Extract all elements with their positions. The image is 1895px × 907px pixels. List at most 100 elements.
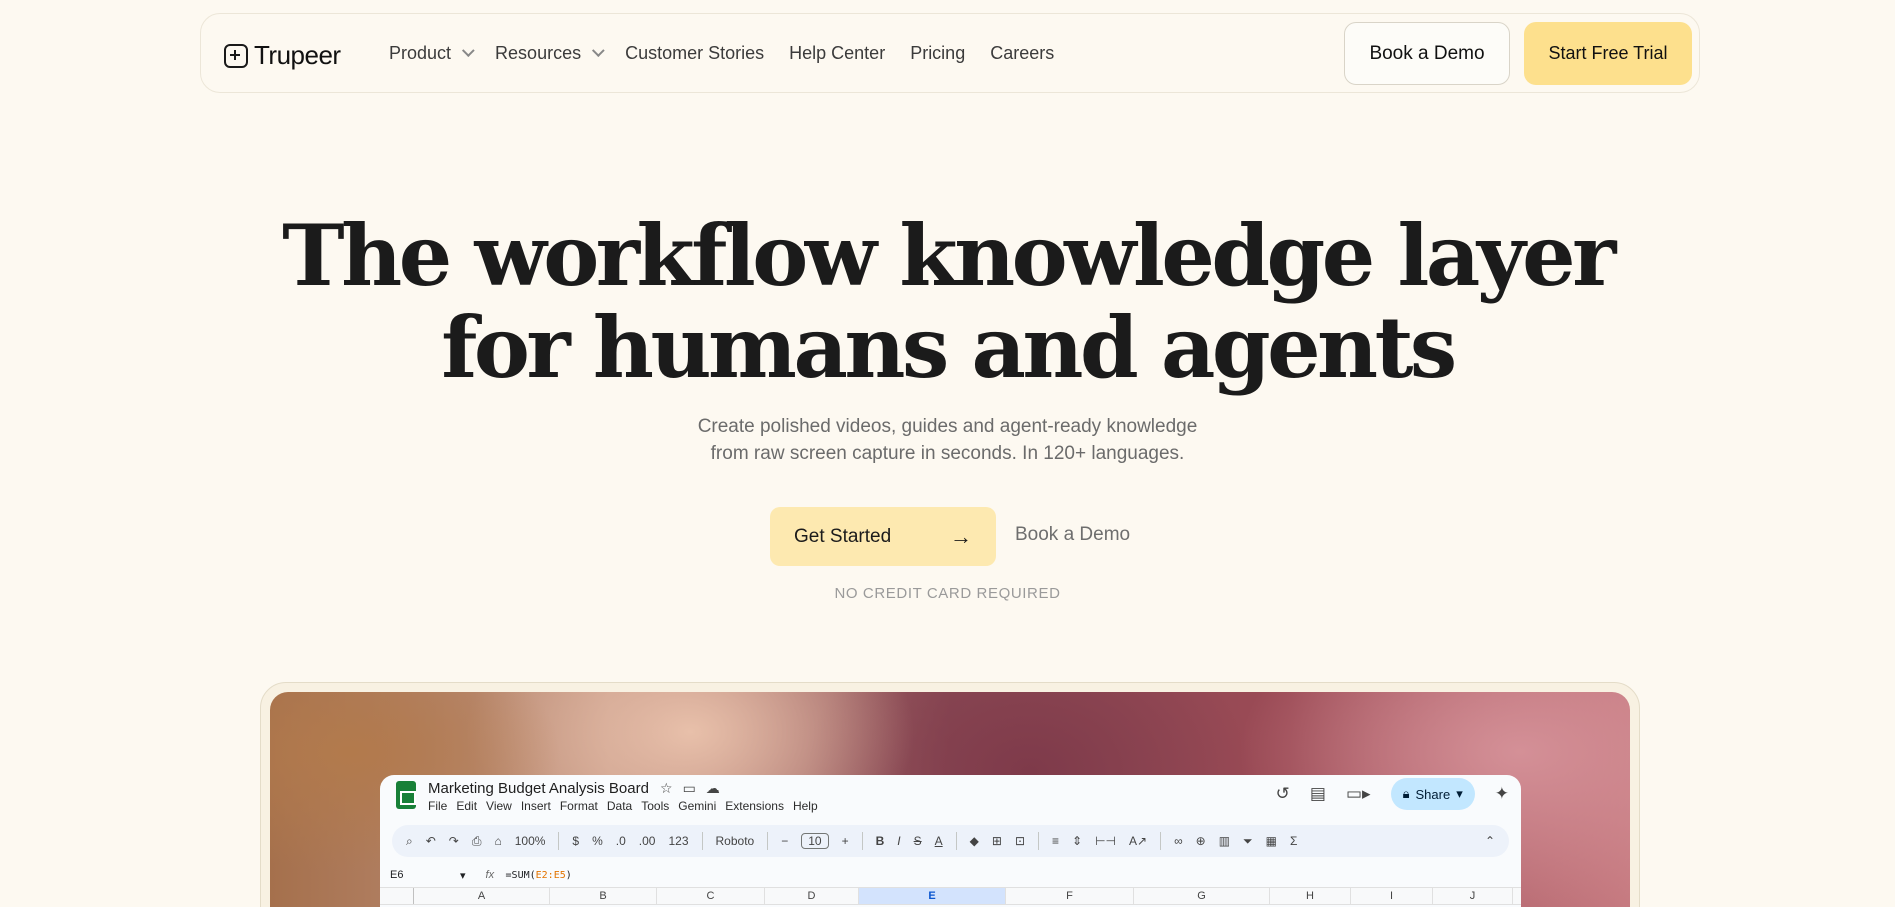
align-icon[interactable]: ≡ (1052, 834, 1059, 848)
nav-item-careers[interactable]: Careers (990, 43, 1054, 64)
hero-book-demo-link[interactable]: Book a Demo (1015, 524, 1130, 546)
vertical-align-icon[interactable]: ⇕ (1072, 834, 1082, 848)
fill-color-icon[interactable]: ◆ (970, 834, 979, 848)
currency-button[interactable]: $ (572, 834, 579, 848)
increase-decimal-button[interactable]: .00 (639, 834, 656, 848)
star-icon[interactable]: ☆ (660, 780, 673, 797)
decrease-decimal-button[interactable]: .0 (616, 834, 626, 848)
chevron-up-icon[interactable]: ⌃ (1485, 834, 1495, 848)
menu-gemini[interactable]: Gemini (678, 799, 716, 813)
number-format-button[interactable]: 123 (668, 834, 688, 848)
link-icon[interactable]: ∞ (1174, 834, 1183, 848)
title-icons: ☆ ▭ ☁ (660, 780, 720, 797)
menu-help[interactable]: Help (793, 799, 818, 813)
menu-view[interactable]: View (486, 799, 512, 813)
folder-icon[interactable]: ▭ (683, 780, 696, 797)
column-header-j[interactable]: J (1433, 888, 1513, 904)
formula-suffix: ) (565, 869, 572, 881)
paint-format-icon[interactable]: ⌂ (494, 834, 501, 848)
nav-item-pricing[interactable]: Pricing (910, 43, 965, 64)
menu-tools[interactable]: Tools (641, 799, 669, 813)
menu-edit[interactable]: Edit (456, 799, 477, 813)
sheet-right-tools: ↺ ▤ ▭▸ 🔒︎ Share ▾ ✦ (1276, 778, 1509, 810)
column-header-i[interactable]: I (1351, 888, 1433, 904)
column-header-d[interactable]: D (765, 888, 859, 904)
nav-item-resources[interactable]: Resources (495, 43, 605, 64)
font-size-input[interactable]: 10 (801, 833, 829, 849)
history-icon[interactable]: ↺ (1276, 784, 1290, 804)
filter-icon[interactable]: ⏷ (1243, 834, 1253, 849)
menu-format[interactable]: Format (560, 799, 598, 813)
nav-item-product[interactable]: Product (389, 43, 475, 64)
menu-insert[interactable]: Insert (521, 799, 551, 813)
nav-item-help-center[interactable]: Help Center (789, 43, 885, 64)
column-header-e[interactable]: E (859, 888, 1006, 904)
menu-extensions[interactable]: Extensions (725, 799, 784, 813)
italic-icon[interactable]: I (897, 834, 900, 848)
start-free-trial-button[interactable]: Start Free Trial (1524, 22, 1692, 85)
get-started-label: Get Started (794, 525, 892, 547)
document-title[interactable]: Marketing Budget Analysis Board (428, 780, 649, 797)
trupeer-logo-icon (224, 43, 248, 68)
toolbar-divider (1160, 832, 1162, 850)
formula-prefix: =SUM( (505, 869, 536, 881)
text-color-icon[interactable]: A (935, 834, 943, 848)
insert-chart-icon[interactable]: ▥ (1219, 834, 1230, 848)
chevron-down-icon[interactable]: ▾ (1456, 786, 1463, 802)
insert-comment-icon[interactable]: ⊕ (1196, 834, 1206, 848)
share-label: Share (1415, 786, 1451, 802)
strikethrough-icon[interactable]: S (914, 834, 922, 848)
book-demo-button[interactable]: Book a Demo (1344, 22, 1510, 85)
share-button[interactable]: 🔒︎ Share ▾ (1390, 778, 1475, 810)
percent-button[interactable]: % (592, 834, 603, 848)
formula-range: E2:E5 (535, 869, 566, 881)
text-wrap-icon[interactable]: ⊢⊣ (1095, 834, 1116, 848)
cell-reference[interactable]: E6 (380, 869, 460, 881)
nav-item-label: Help Center (789, 43, 886, 63)
select-all-corner[interactable] (380, 888, 414, 904)
plus-icon[interactable]: + (842, 834, 849, 848)
column-header-f[interactable]: F (1006, 888, 1134, 904)
arrow-right-icon: → (950, 523, 972, 549)
no-credit-card-note: NO CREDIT CARD REQUIRED (834, 585, 1061, 602)
column-header-h[interactable]: H (1270, 888, 1351, 904)
menu-file[interactable]: File (428, 799, 447, 813)
google-sheets-icon (396, 781, 416, 809)
formula-bar: E6 ▾ fx =SUM(E2:E5) (380, 863, 1521, 887)
merge-cells-icon[interactable]: ⊡ (1015, 834, 1025, 848)
column-header-g[interactable]: G (1134, 888, 1270, 904)
comment-icon[interactable]: ▤ (1310, 784, 1326, 804)
column-headers: A B C D E F G H I J (380, 887, 1521, 905)
hero-headline: The workflow knowledge layer for humans … (0, 210, 1895, 394)
lock-icon: 🔒︎ (1402, 786, 1410, 801)
menu-data[interactable]: Data (607, 799, 632, 813)
text-rotate-icon[interactable]: A↗ (1129, 834, 1147, 848)
minus-icon[interactable]: − (781, 834, 788, 848)
toolbar-divider (701, 832, 703, 850)
font-select[interactable]: Roboto (716, 834, 755, 848)
toolbar-divider (955, 832, 957, 850)
chevron-down-icon[interactable]: ▾ (460, 869, 466, 882)
filter-views-icon[interactable]: ▦ (1266, 834, 1277, 848)
cloud-icon[interactable]: ☁ (706, 780, 720, 797)
video-call-icon[interactable]: ▭▸ (1346, 784, 1371, 804)
gemini-sparkle-icon[interactable]: ✦ (1495, 784, 1509, 804)
hero-subtitle: Create polished videos, guides and agent… (0, 413, 1895, 467)
logo[interactable]: Trupeer (224, 40, 341, 71)
print-icon[interactable]: ⎙ (472, 834, 482, 849)
top-navbar: Trupeer Product Resources Customer Stori… (200, 13, 1700, 93)
column-header-a[interactable]: A (414, 888, 550, 904)
search-icon[interactable]: ⌕ (406, 834, 413, 849)
column-header-b[interactable]: B (550, 888, 657, 904)
redo-icon[interactable]: ↷ (449, 834, 459, 848)
get-started-button[interactable]: Get Started → (770, 507, 996, 566)
formula-input[interactable]: =SUM(E2:E5) (506, 870, 572, 881)
zoom-select[interactable]: 100% (515, 834, 546, 848)
nav-item-customer-stories[interactable]: Customer Stories (625, 43, 764, 64)
hero-headline-line-2: for humans and agents (441, 298, 1457, 397)
borders-icon[interactable]: ⊞ (992, 834, 1002, 848)
bold-icon[interactable]: B (876, 834, 885, 848)
undo-icon[interactable]: ↶ (426, 834, 436, 848)
functions-icon[interactable]: Σ (1290, 834, 1297, 848)
column-header-c[interactable]: C (657, 888, 765, 904)
